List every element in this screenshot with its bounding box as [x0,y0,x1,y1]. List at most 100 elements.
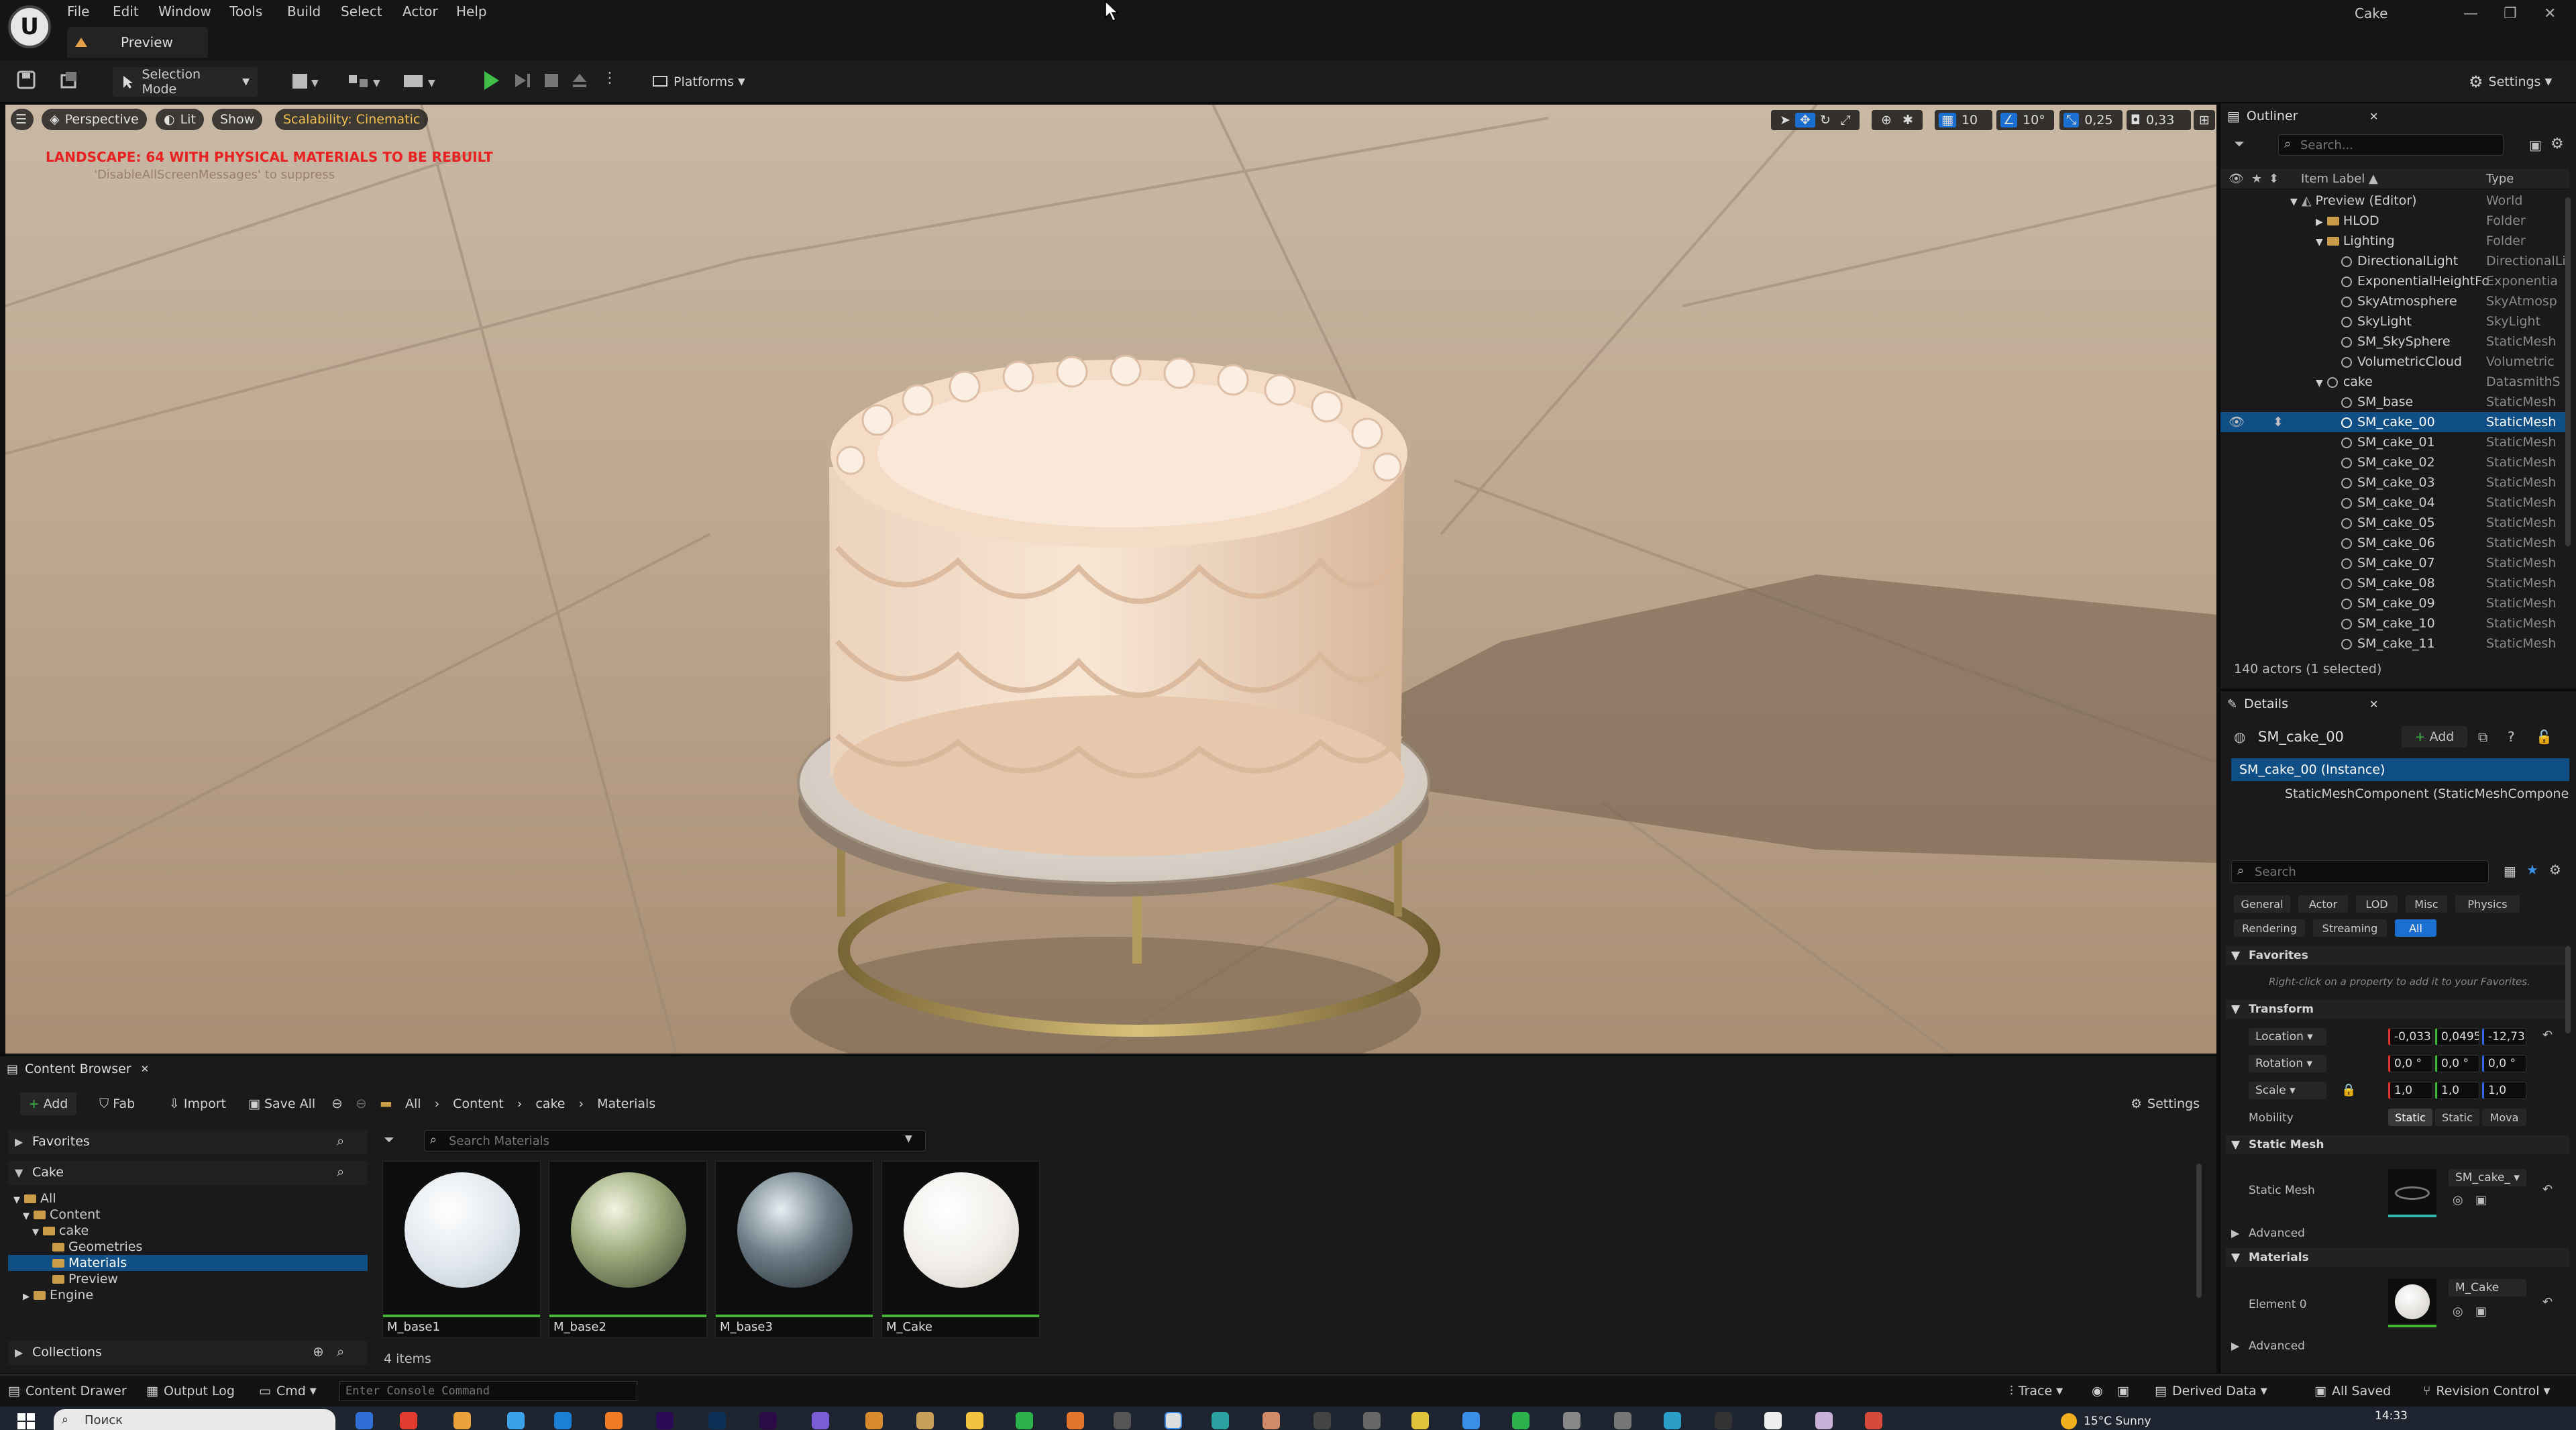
scalability-button[interactable]: Scalability: Cinematic [275,109,429,130]
asset-tile[interactable]: M_base2 [549,1161,707,1338]
surface-snap-icon[interactable]: ✱ [1897,113,1919,127]
console-input[interactable] [339,1381,637,1401]
use-selected-icon[interactable]: ▣ [2475,1305,2487,1319]
chevron-right-icon[interactable]: ▶ [2231,1339,2239,1352]
all-saved-button[interactable]: ▣ All Saved [2314,1382,2391,1400]
app-icon[interactable] [1563,1412,1580,1429]
static-mesh-picker[interactable]: SM_cake_ ▾ [2449,1169,2526,1186]
location-dropdown[interactable]: Location ▾ [2249,1028,2326,1045]
rotation-snap[interactable]: ∠ 10° [1996,110,2054,130]
chevron-right-icon[interactable]: ▶ [2231,1227,2239,1239]
use-selected-icon[interactable]: ▣ [2475,1193,2487,1207]
outliner-row[interactable]: SM_cake_04 StaticMesh [2220,493,2569,513]
chrome-icon[interactable] [453,1412,471,1429]
outliner-row[interactable]: SM_SkySphere StaticMesh [2220,331,2569,352]
outliner-row[interactable]: ▼ cake DatasmithS [2220,372,2569,392]
step-icon[interactable] [510,68,534,93]
outliner-row[interactable]: SM_cake_06 StaticMesh [2220,533,2569,553]
app-icon[interactable] [1313,1412,1331,1429]
asset-tile[interactable]: M_base1 [382,1161,541,1338]
lock-icon[interactable]: 🔓 [2536,729,2553,745]
app-icon[interactable] [812,1412,829,1429]
filter-all[interactable]: All [2395,919,2436,937]
breadcrumb-content[interactable]: Content [453,1096,504,1111]
reset-icon[interactable]: ↶ [2542,1028,2553,1042]
outliner-row[interactable]: VolumetricCloud Volumetric [2220,352,2569,372]
blender-icon[interactable] [865,1412,883,1429]
outliner-search[interactable]: ⌕ [2278,134,2504,156]
outliner-row[interactable]: ExponentialHeightFo Exponentia [2220,271,2569,291]
help-icon[interactable]: ? [2508,729,2515,745]
show-button[interactable]: Show [212,109,263,130]
taskbar-search[interactable]: ⌕ Поиск [54,1409,335,1430]
fab-button[interactable]: ⛉ Fab [99,1092,135,1115]
menu-actor[interactable]: Actor [402,0,438,23]
location-y[interactable]: 0,0495 [2435,1028,2479,1045]
details-tab[interactable]: ✎ Details ✕ [2227,691,2388,717]
app-icon[interactable] [1212,1412,1229,1429]
add-component-button[interactable]: + Add [2402,726,2467,748]
component-row[interactable]: StaticMeshComponent (StaticMeshComponent… [2231,782,2569,805]
search-icon[interactable]: ⌕ [337,1343,344,1360]
app-icon[interactable] [1664,1412,1681,1429]
outliner-row[interactable]: ▼ ◭ Preview (Editor) World [2220,191,2569,211]
filter-icon[interactable]: ⏷ [2234,136,2245,152]
app-icon[interactable] [400,1412,417,1429]
content-drawer-button[interactable]: ▤ Content Drawer [8,1382,127,1400]
folder-icon[interactable]: ▬ [380,1095,392,1111]
outliner-row[interactable]: ▼ Lighting Folder [2220,231,2569,251]
outliner-tab[interactable]: ▤ Outliner ✕ [2227,103,2563,129]
asset-scrollbar[interactable] [2196,1164,2202,1298]
col-item-label[interactable]: Item Label ▲ [2301,172,2378,186]
app-icon[interactable] [1815,1412,1833,1429]
advanced-label[interactable]: Advanced [2249,1339,2305,1353]
browse-icon[interactable]: ◎ [2453,1305,2463,1319]
search-icon[interactable]: ⌕ [337,1164,344,1180]
menu-help[interactable]: Help [456,0,487,23]
windows-start-icon[interactable] [17,1413,35,1429]
tree-item-preview[interactable]: Preview [52,1271,118,1287]
star-icon[interactable]: ★ [2526,862,2538,878]
details-search-input[interactable] [2255,864,2476,880]
gear-icon[interactable]: ⚙ [2549,862,2561,878]
materials-section[interactable]: ▼ Materials [2226,1248,2569,1267]
level-viewport[interactable] [5,105,2216,1054]
app-icon[interactable] [1715,1412,1732,1429]
lock-icon[interactable]: 🔒 [2341,1083,2356,1097]
cinematics-icon[interactable]: ▼ [401,70,441,93]
tree-item-content[interactable]: ▼ Content [23,1207,101,1223]
material-picker[interactable]: M_Cake [2449,1279,2526,1296]
mobility-stationary[interactable]: Static [2435,1109,2479,1126]
mobility-static[interactable]: Static [2388,1109,2432,1126]
asset-search[interactable]: ⌕ ▼ [424,1130,926,1152]
project-section[interactable]: ▼ Cake ⌕ [8,1161,368,1185]
add-folder-icon[interactable]: ▣ [2529,137,2542,153]
filter-misc[interactable]: Misc [2406,895,2447,913]
select-icon[interactable]: ➤ [1775,113,1795,127]
filter-streaming[interactable]: Streaming [2313,919,2387,937]
location-x[interactable]: -0,033 [2388,1028,2432,1045]
favorites-section[interactable]: ▼ Favorites [2226,946,2569,965]
breadcrumb-cake[interactable]: cake [535,1096,565,1111]
telegram-icon[interactable] [1462,1412,1480,1429]
app-icon[interactable] [1067,1412,1084,1429]
static-mesh-thumbnail[interactable] [2388,1169,2436,1217]
asset-tile[interactable]: M_base3 [715,1161,873,1338]
scale-y[interactable]: 1,0 [2435,1082,2479,1099]
maximize-icon[interactable]: ❐ [2504,5,2517,22]
layout-button[interactable]: ⊞ [2194,110,2215,130]
menu-build[interactable]: Build [287,0,321,23]
reset-icon[interactable]: ↶ [2542,1295,2553,1309]
app-icon[interactable] [1865,1412,1882,1429]
app-icon[interactable] [1363,1412,1381,1429]
back-icon[interactable]: ⊖ [331,1095,343,1111]
add-button[interactable]: + Add [20,1092,76,1115]
outliner-scrollbar[interactable] [2565,197,2571,546]
outliner-row[interactable]: SM_cake_03 StaticMesh [2220,472,2569,493]
selection-mode-dropdown[interactable]: Selection Mode ▼ [113,67,258,97]
more-options-icon[interactable]: ⋮ [602,70,617,87]
app-icon[interactable] [554,1412,572,1429]
scale-z[interactable]: 1,0 [2482,1082,2526,1099]
outliner-row[interactable]: SkyLight SkyLight [2220,311,2569,331]
minimize-icon[interactable]: — [2463,5,2478,22]
